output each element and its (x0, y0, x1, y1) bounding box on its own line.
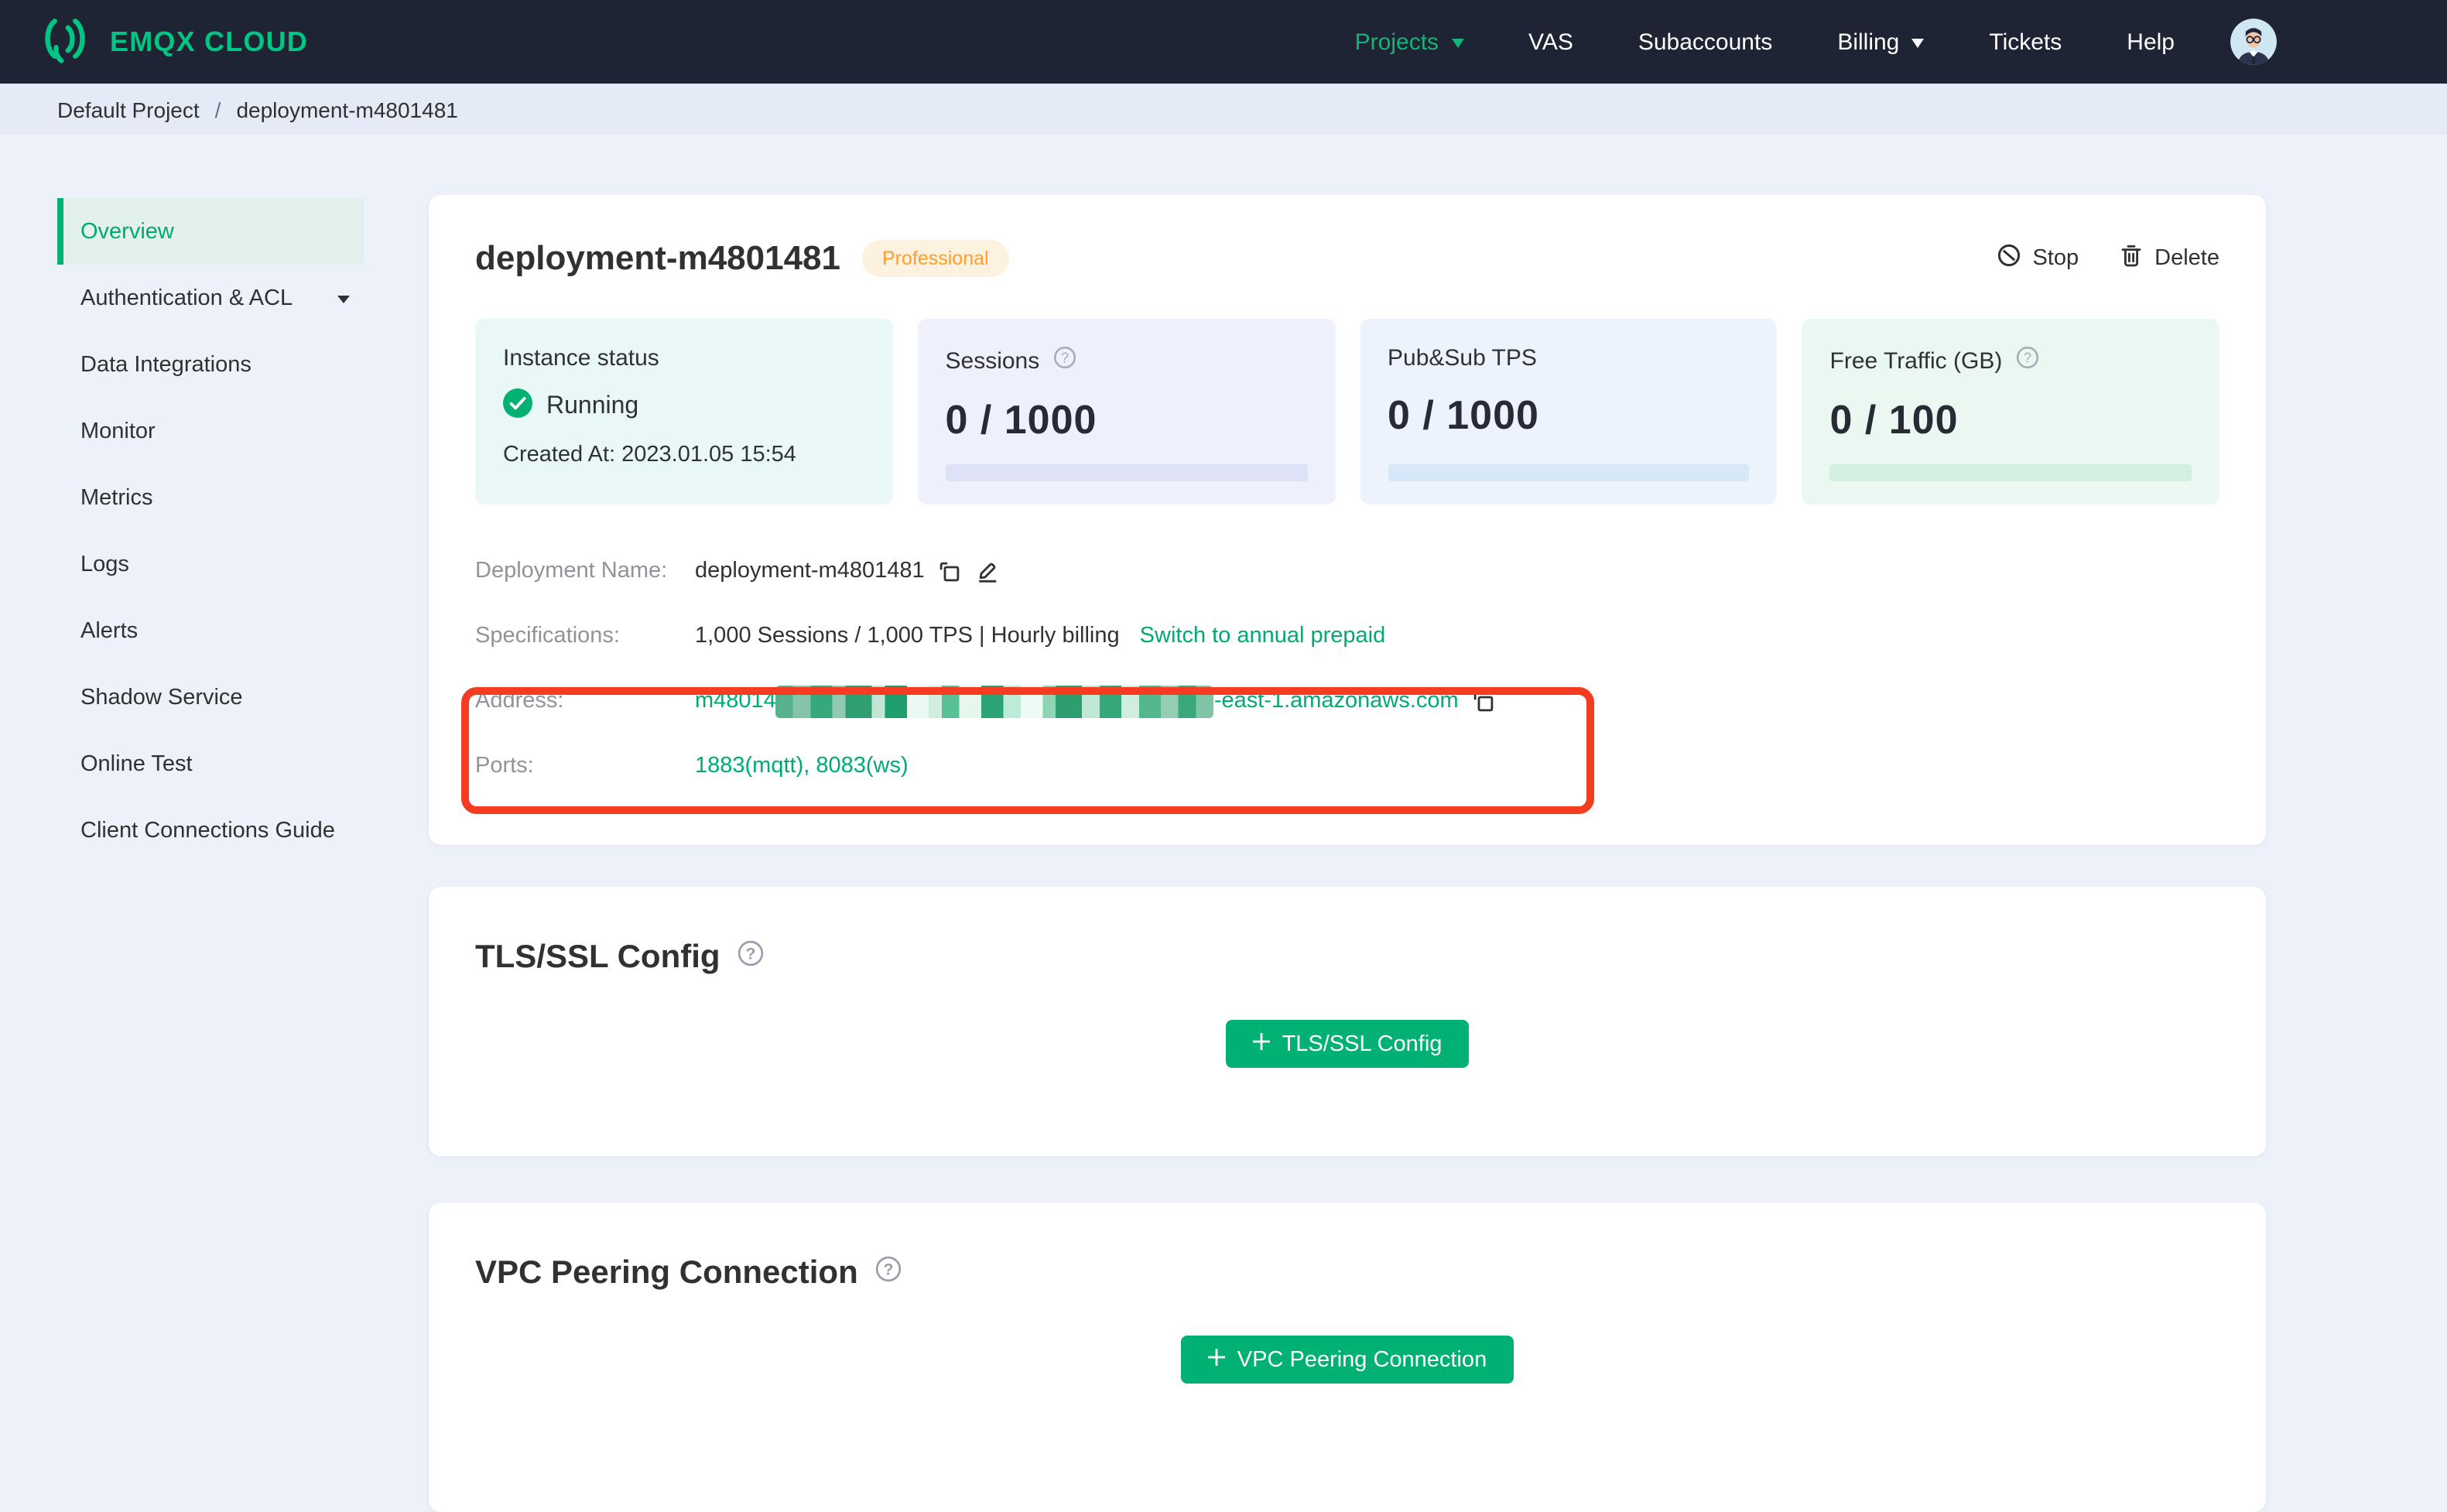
plus-icon (1253, 1031, 1271, 1056)
tls-ssl-card: TLS/SSL Config ? TLS/SSL Config (429, 887, 2266, 1156)
breadcrumb-separator: / (214, 97, 221, 121)
breadcrumb: Default Project / deployment-m4801481 (0, 84, 2447, 135)
sidebar-item-monitor[interactable]: Monitor (57, 398, 364, 464)
nav-item-vas[interactable]: VAS (1528, 29, 1573, 55)
deployment-title: deployment-m4801481 (475, 238, 840, 277)
plan-badge: Professional (862, 240, 1009, 277)
add-tls-ssl-config-button[interactable]: TLS/SSL Config (1226, 1020, 1469, 1068)
sidebar-item-metrics[interactable]: Metrics (57, 464, 364, 531)
tls-ssl-title: TLS/SSL Config (475, 939, 720, 975)
chevron-down-icon (1451, 38, 1464, 53)
deployment-header: deployment-m4801481 Professional Stop De… (475, 238, 2219, 279)
free-traffic-progress-bar (1829, 464, 2192, 481)
brand-logo[interactable]: EMQX CLOUD (37, 10, 308, 74)
nav-item-help[interactable]: Help (2127, 29, 2175, 55)
ports-label: Ports: (475, 754, 534, 778)
pubsub-label: Pub&Sub TPS (1388, 345, 1537, 371)
stop-button[interactable]: Stop (1997, 243, 2079, 274)
free-traffic-value: 0 / 100 (1829, 396, 1959, 443)
svg-text:?: ? (2023, 350, 2031, 365)
created-at-text: Created At: 2023.01.05 15:54 (503, 443, 796, 467)
deployment-name-label: Deployment Name: (475, 559, 668, 583)
nav-item-tickets[interactable]: Tickets (1989, 29, 2062, 55)
nav-item-billing[interactable]: Billing (1837, 29, 1925, 55)
address-row: Address: m48014 -east-1.amazonaws.com (475, 669, 2219, 734)
address-suffix: -east-1.amazonaws.com (1213, 689, 1459, 713)
emqx-logo-icon (37, 10, 93, 74)
sidebar-item-data-integrations[interactable]: Data Integrations (57, 331, 364, 398)
stats-row: Instance status Running Created At: 2023… (475, 319, 2219, 505)
check-circle-icon (503, 388, 532, 426)
free-traffic-label: Free Traffic (GB) (1829, 347, 2003, 374)
pubsub-progress-bar (1388, 464, 1750, 481)
sessions-card: Sessions ? 0 / 1000 (917, 319, 1335, 505)
copy-icon[interactable] (1473, 689, 1496, 713)
edit-pencil-icon[interactable] (976, 559, 1001, 583)
specifications-label: Specifications: (475, 624, 620, 648)
delete-button[interactable]: Delete (2119, 243, 2219, 274)
sidebar-item-shadow-service[interactable]: Shadow Service (57, 664, 364, 730)
svg-text:?: ? (884, 1260, 894, 1278)
pubsub-tps-card: Pub&Sub TPS 0 / 1000 (1360, 319, 1778, 505)
main-content: deployment-m4801481 Professional Stop De… (429, 195, 2266, 1512)
app: EMQX CLOUD Projects VAS Subaccounts Bill… (0, 0, 2447, 1512)
help-icon[interactable]: ? (738, 939, 765, 977)
trash-icon (2119, 243, 2144, 274)
instance-status-card: Instance status Running Created At: 2023… (475, 319, 893, 505)
address-label: Address: (475, 689, 564, 713)
help-icon[interactable]: ? (1052, 345, 1076, 376)
specifications-row: Specifications: 1,000 Sessions / 1,000 T… (475, 604, 2219, 669)
sidebar: Overview Authentication & ACL Data Integ… (57, 198, 364, 864)
ports-row: Ports: 1883(mqtt), 8083(ws) (475, 734, 2219, 799)
sessions-progress-bar (945, 464, 1307, 481)
deployment-name-row: Deployment Name: deployment-m4801481 (475, 539, 2219, 604)
sidebar-item-alerts[interactable]: Alerts (57, 597, 364, 664)
vpc-peering-title: VPC Peering Connection (475, 1255, 858, 1291)
address-prefix: m48014 (695, 689, 776, 713)
pubsub-value: 0 / 1000 (1388, 392, 1539, 438)
breadcrumb-project[interactable]: Default Project (57, 97, 200, 121)
svg-text:?: ? (746, 944, 756, 963)
user-avatar[interactable] (2230, 19, 2277, 65)
nav-menu: Projects VAS Subaccounts Billing Tickets… (1355, 19, 2447, 65)
copy-icon[interactable] (939, 559, 962, 583)
top-navbar: EMQX CLOUD Projects VAS Subaccounts Bill… (0, 0, 2447, 84)
specifications-value: 1,000 Sessions / 1,000 TPS | Hourly bill… (695, 624, 1120, 648)
sidebar-item-online-test[interactable]: Online Test (57, 730, 364, 797)
nav-item-projects[interactable]: Projects (1355, 29, 1464, 55)
plus-icon (1208, 1347, 1227, 1372)
add-vpc-peering-button[interactable]: VPC Peering Connection (1181, 1336, 1514, 1384)
help-icon[interactable]: ? (875, 1255, 903, 1292)
chevron-down-icon (337, 295, 350, 309)
switch-annual-prepaid-link[interactable]: Switch to annual prepaid (1140, 624, 1386, 648)
free-traffic-card: Free Traffic (GB) ? 0 / 100 (1802, 319, 2219, 505)
deployment-overview-card: deployment-m4801481 Professional Stop De… (429, 195, 2266, 845)
vpc-peering-card: VPC Peering Connection ? VPC Peering Con… (429, 1202, 2266, 1512)
sidebar-item-overview[interactable]: Overview (57, 198, 364, 265)
sidebar-item-authentication-acl[interactable]: Authentication & ACL (57, 265, 364, 331)
deployment-actions: Stop Delete (1997, 243, 2219, 274)
svg-text:?: ? (1060, 350, 1068, 365)
nav-item-subaccounts[interactable]: Subaccounts (1638, 29, 1772, 55)
breadcrumb-current: deployment-m4801481 (236, 97, 458, 121)
address-redacted-mask (775, 685, 1214, 717)
sessions-label: Sessions (945, 347, 1040, 374)
instance-status-label: Instance status (503, 345, 659, 371)
circle-slash-icon (1997, 243, 2021, 274)
deployment-details: Deployment Name: deployment-m4801481 Spe… (475, 539, 2219, 799)
instance-status-value: Running (503, 388, 865, 426)
brand-name: EMQX CLOUD (110, 26, 309, 56)
sessions-value: 0 / 1000 (945, 396, 1097, 443)
help-icon[interactable]: ? (2014, 345, 2039, 376)
deployment-name-value: deployment-m4801481 (695, 559, 925, 583)
sidebar-item-logs[interactable]: Logs (57, 531, 364, 597)
sidebar-item-client-connections-guide[interactable]: Client Connections Guide (57, 797, 364, 864)
chevron-down-icon (1911, 38, 1925, 53)
ports-value: 1883(mqtt), 8083(ws) (695, 754, 909, 778)
